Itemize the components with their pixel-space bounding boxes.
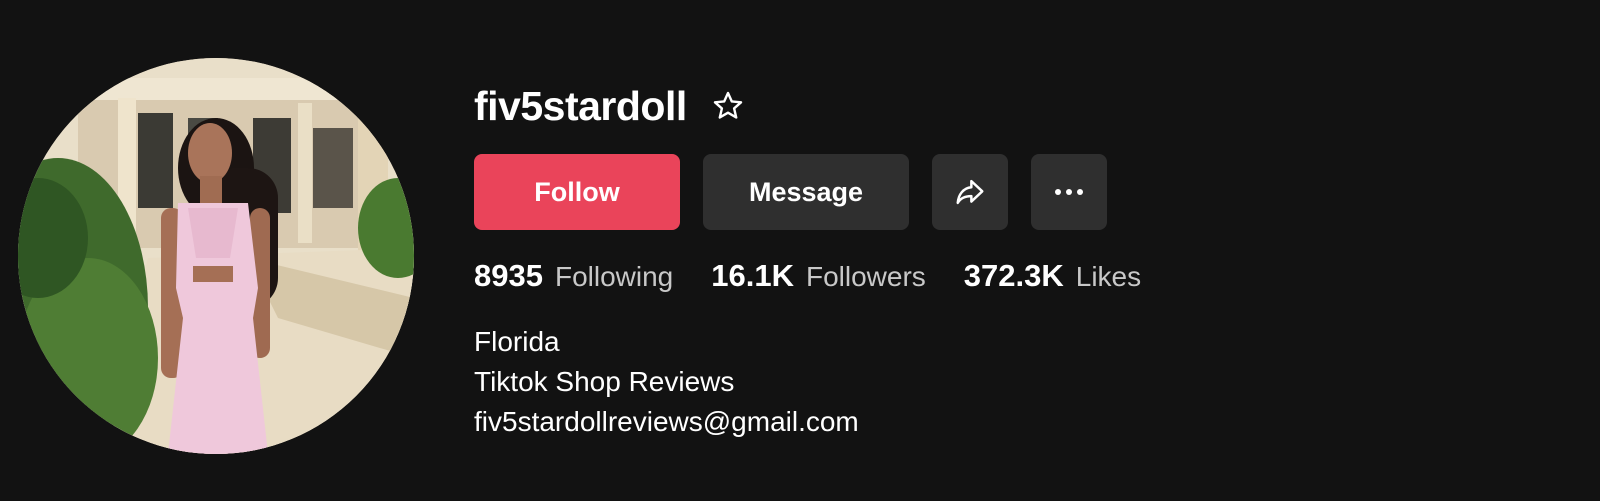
avatar-photo: [18, 58, 414, 454]
star-outline-icon: [713, 91, 742, 119]
star-icon[interactable]: [709, 87, 747, 125]
action-buttons: Follow Message: [474, 154, 1179, 230]
profile-stats: 8935 Following 16.1K Followers 372.3K Li…: [474, 258, 1179, 298]
username-row: fiv5stardoll: [474, 78, 1179, 134]
message-button[interactable]: Message: [703, 154, 909, 230]
stat-value: 16.1K: [711, 258, 794, 293]
stat-value: 8935: [474, 258, 543, 293]
bio-email: fiv5stardollreviews@gmail.com: [474, 406, 859, 437]
stat-label: Likes: [1075, 261, 1142, 292]
stat-label: Followers: [805, 261, 926, 292]
profile-header: fiv5stardoll Follow Message 8935 Followi…: [0, 0, 1600, 501]
avatar[interactable]: [18, 58, 414, 454]
stat-value: 372.3K: [963, 258, 1064, 293]
bio-location: Florida: [474, 326, 560, 357]
profile-info: fiv5stardoll Follow Message 8935 Followi…: [474, 78, 1179, 442]
username: fiv5stardoll: [474, 82, 687, 129]
stat-following[interactable]: 8935 Following: [474, 258, 673, 294]
stat-label: Following: [554, 261, 674, 292]
share-button[interactable]: [932, 154, 1008, 230]
share-arrow-icon: [956, 179, 984, 205]
follow-button[interactable]: Follow: [474, 154, 680, 230]
bio: Florida Tiktok Shop Reviews fiv5stardoll…: [474, 322, 1179, 442]
bio-description: Tiktok Shop Reviews: [474, 366, 735, 397]
more-options-button[interactable]: [1031, 154, 1107, 230]
stat-likes: 372.3K Likes: [964, 258, 1141, 294]
stat-followers[interactable]: 16.1K Followers: [711, 258, 926, 294]
more-dots-icon: [1055, 189, 1083, 195]
